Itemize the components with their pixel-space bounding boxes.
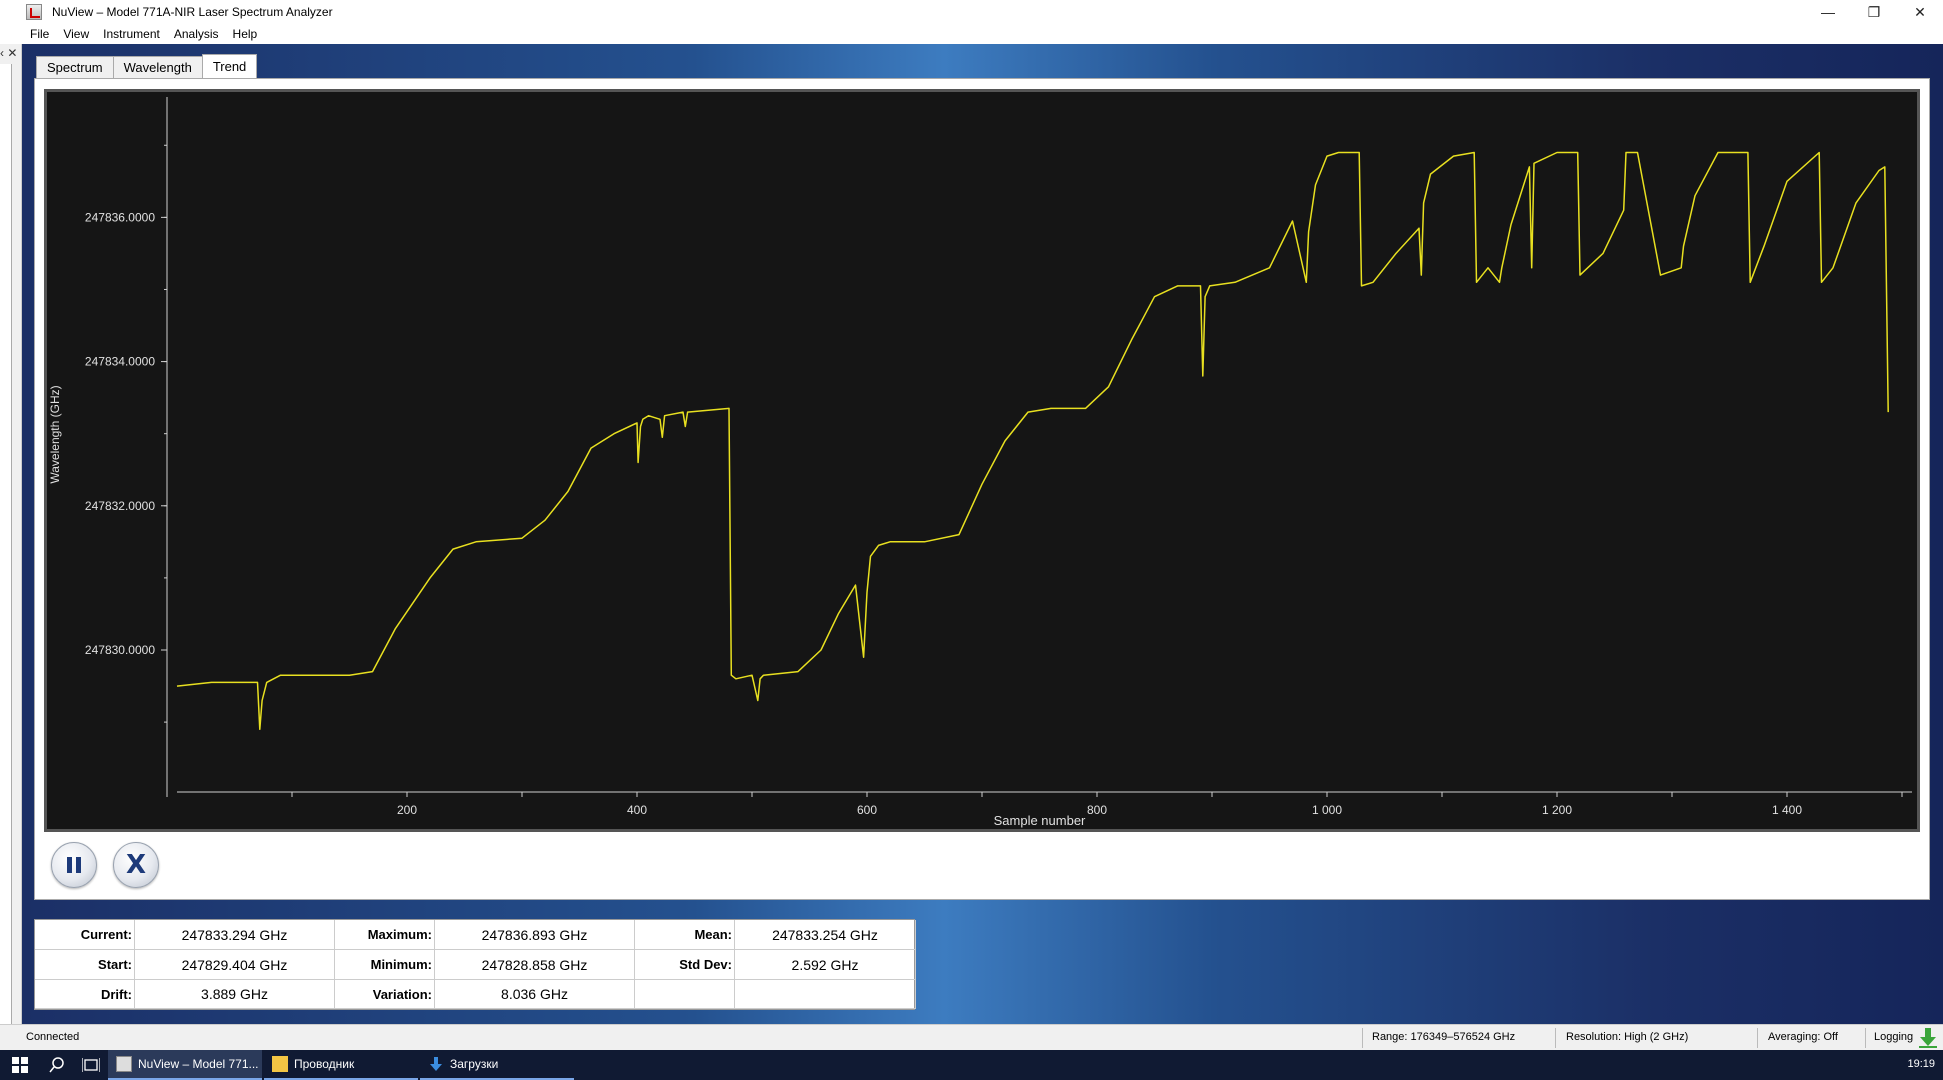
minimum-value: 247828.858 GHz: [435, 950, 635, 980]
y-tick-label: 247834.0000: [85, 355, 155, 369]
trend-chart[interactable]: 200 400 600 800 1 000 1 200 1 400 247830.0000 24…: [44, 89, 1920, 832]
stop-button[interactable]: X: [113, 842, 159, 888]
taskbar-app-nuview[interactable]: NuView – Model 771...: [108, 1050, 262, 1080]
status-separator: [1757, 1028, 1758, 1048]
left-dock-content: [0, 64, 12, 1024]
download-arrow-icon[interactable]: [1918, 1027, 1938, 1049]
taskbar-app-label: Проводник: [294, 1057, 355, 1071]
mean-value: 247833.254 GHz: [735, 920, 916, 950]
connection-status: Connected: [26, 1031, 80, 1043]
tab-spectrum[interactable]: Spectrum: [36, 56, 114, 78]
y-tick-label: 247830.0000: [85, 643, 155, 657]
mean-label: Mean:: [635, 920, 735, 950]
close-button[interactable]: ✕: [1897, 0, 1943, 24]
tab-trend[interactable]: Trend: [201, 54, 258, 78]
status-bar: Connected Range: 176349–576524 GHz Resol…: [0, 1024, 1943, 1050]
y-tick-label: 247836.0000: [85, 210, 155, 224]
window-title: NuView – Model 771A-NIR Laser Spectrum A…: [52, 5, 333, 19]
averaging-status: Averaging: Off: [1768, 1031, 1838, 1043]
title-bar: NuView – Model 771A-NIR Laser Spectrum A…: [0, 0, 1943, 24]
x-tick-label: 200: [397, 803, 417, 817]
menu-analysis[interactable]: Analysis: [174, 27, 219, 41]
range-status: Range: 176349–576524 GHz: [1372, 1031, 1516, 1043]
tab-wavelength[interactable]: Wavelength: [112, 56, 203, 78]
drift-value: 3.889 GHz: [135, 980, 335, 1009]
clock: 19:19: [1907, 1058, 1935, 1070]
menu-file[interactable]: File: [30, 27, 49, 41]
minimize-button[interactable]: —: [1805, 0, 1851, 24]
restore-button[interactable]: ❐: [1851, 0, 1897, 24]
taskbar: NuView – Model 771... Проводник Загрузки…: [0, 1050, 1943, 1080]
download-icon: [430, 1057, 442, 1071]
taskbar-app-label: NuView – Model 771...: [138, 1057, 259, 1071]
app-logo-icon: [26, 4, 42, 20]
x-tick-label: 800: [1087, 803, 1107, 817]
start-label: Start:: [35, 950, 135, 980]
pause-button[interactable]: [51, 842, 97, 888]
taskbar-app-downloads[interactable]: Загрузки: [420, 1050, 574, 1080]
taskbar-app-explorer[interactable]: Проводник: [264, 1050, 418, 1080]
y-tick-label: 247832.0000: [85, 499, 155, 513]
drift-label: Drift:: [35, 980, 135, 1009]
trend-chart-svg: 200 400 600 800 1 000 1 200 1 400 247830.0000 24…: [48, 97, 1912, 828]
minimum-label: Minimum:: [335, 950, 435, 980]
menu-bar: File View Instrument Analysis Help: [0, 24, 1943, 44]
pause-icon: [67, 857, 81, 873]
current-value: 247833.294 GHz: [135, 920, 335, 950]
stop-icon: X: [125, 850, 147, 880]
x-tick-label: 1 200: [1542, 803, 1572, 817]
empty-value: [735, 980, 916, 1009]
search-icon[interactable]: [40, 1050, 74, 1080]
menu-view[interactable]: View: [63, 27, 89, 41]
status-separator: [1555, 1028, 1556, 1048]
folder-icon: [272, 1056, 288, 1072]
menu-help[interactable]: Help: [233, 27, 258, 41]
view-tabs: Spectrum Wavelength Trend: [36, 54, 258, 78]
left-dock-close-button[interactable]: ‹ ✕: [0, 46, 17, 60]
task-view-icon[interactable]: [74, 1050, 108, 1080]
x-tick-label: 1 000: [1312, 803, 1342, 817]
empty-label: [635, 980, 735, 1009]
maximum-value: 247836.893 GHz: [435, 920, 635, 950]
statistics-table: Current: 247833.294 GHz Maximum: 247836.…: [34, 919, 916, 1010]
x-tick-label: 1 400: [1772, 803, 1802, 817]
trend-series-line: [176, 151, 1889, 731]
variation-value: 8.036 GHz: [435, 980, 635, 1009]
status-separator: [1865, 1028, 1866, 1048]
x-axis-label: Sample number: [994, 813, 1086, 828]
x-tick-label: 600: [857, 803, 877, 817]
stddev-label: Std Dev:: [635, 950, 735, 980]
y-axis-label: Wavelength (GHz): [48, 385, 62, 483]
maximum-label: Maximum:: [335, 920, 435, 950]
taskbar-app-label: Загрузки: [450, 1057, 499, 1071]
start-button[interactable]: [0, 1050, 40, 1080]
start-value: 247829.404 GHz: [135, 950, 335, 980]
resolution-status: Resolution: High (2 GHz): [1566, 1031, 1689, 1043]
variation-label: Variation:: [335, 980, 435, 1009]
window-controls: — ❐ ✕: [1805, 0, 1943, 24]
nuview-app-icon: [116, 1056, 132, 1072]
logging-status[interactable]: Logging: [1874, 1031, 1913, 1043]
x-tick-label: 400: [627, 803, 647, 817]
current-label: Current:: [35, 920, 135, 950]
stddev-value: 2.592 GHz: [735, 950, 916, 980]
status-separator: [1362, 1028, 1363, 1048]
menu-instrument[interactable]: Instrument: [103, 27, 160, 41]
windows-logo-icon: [12, 1057, 28, 1073]
